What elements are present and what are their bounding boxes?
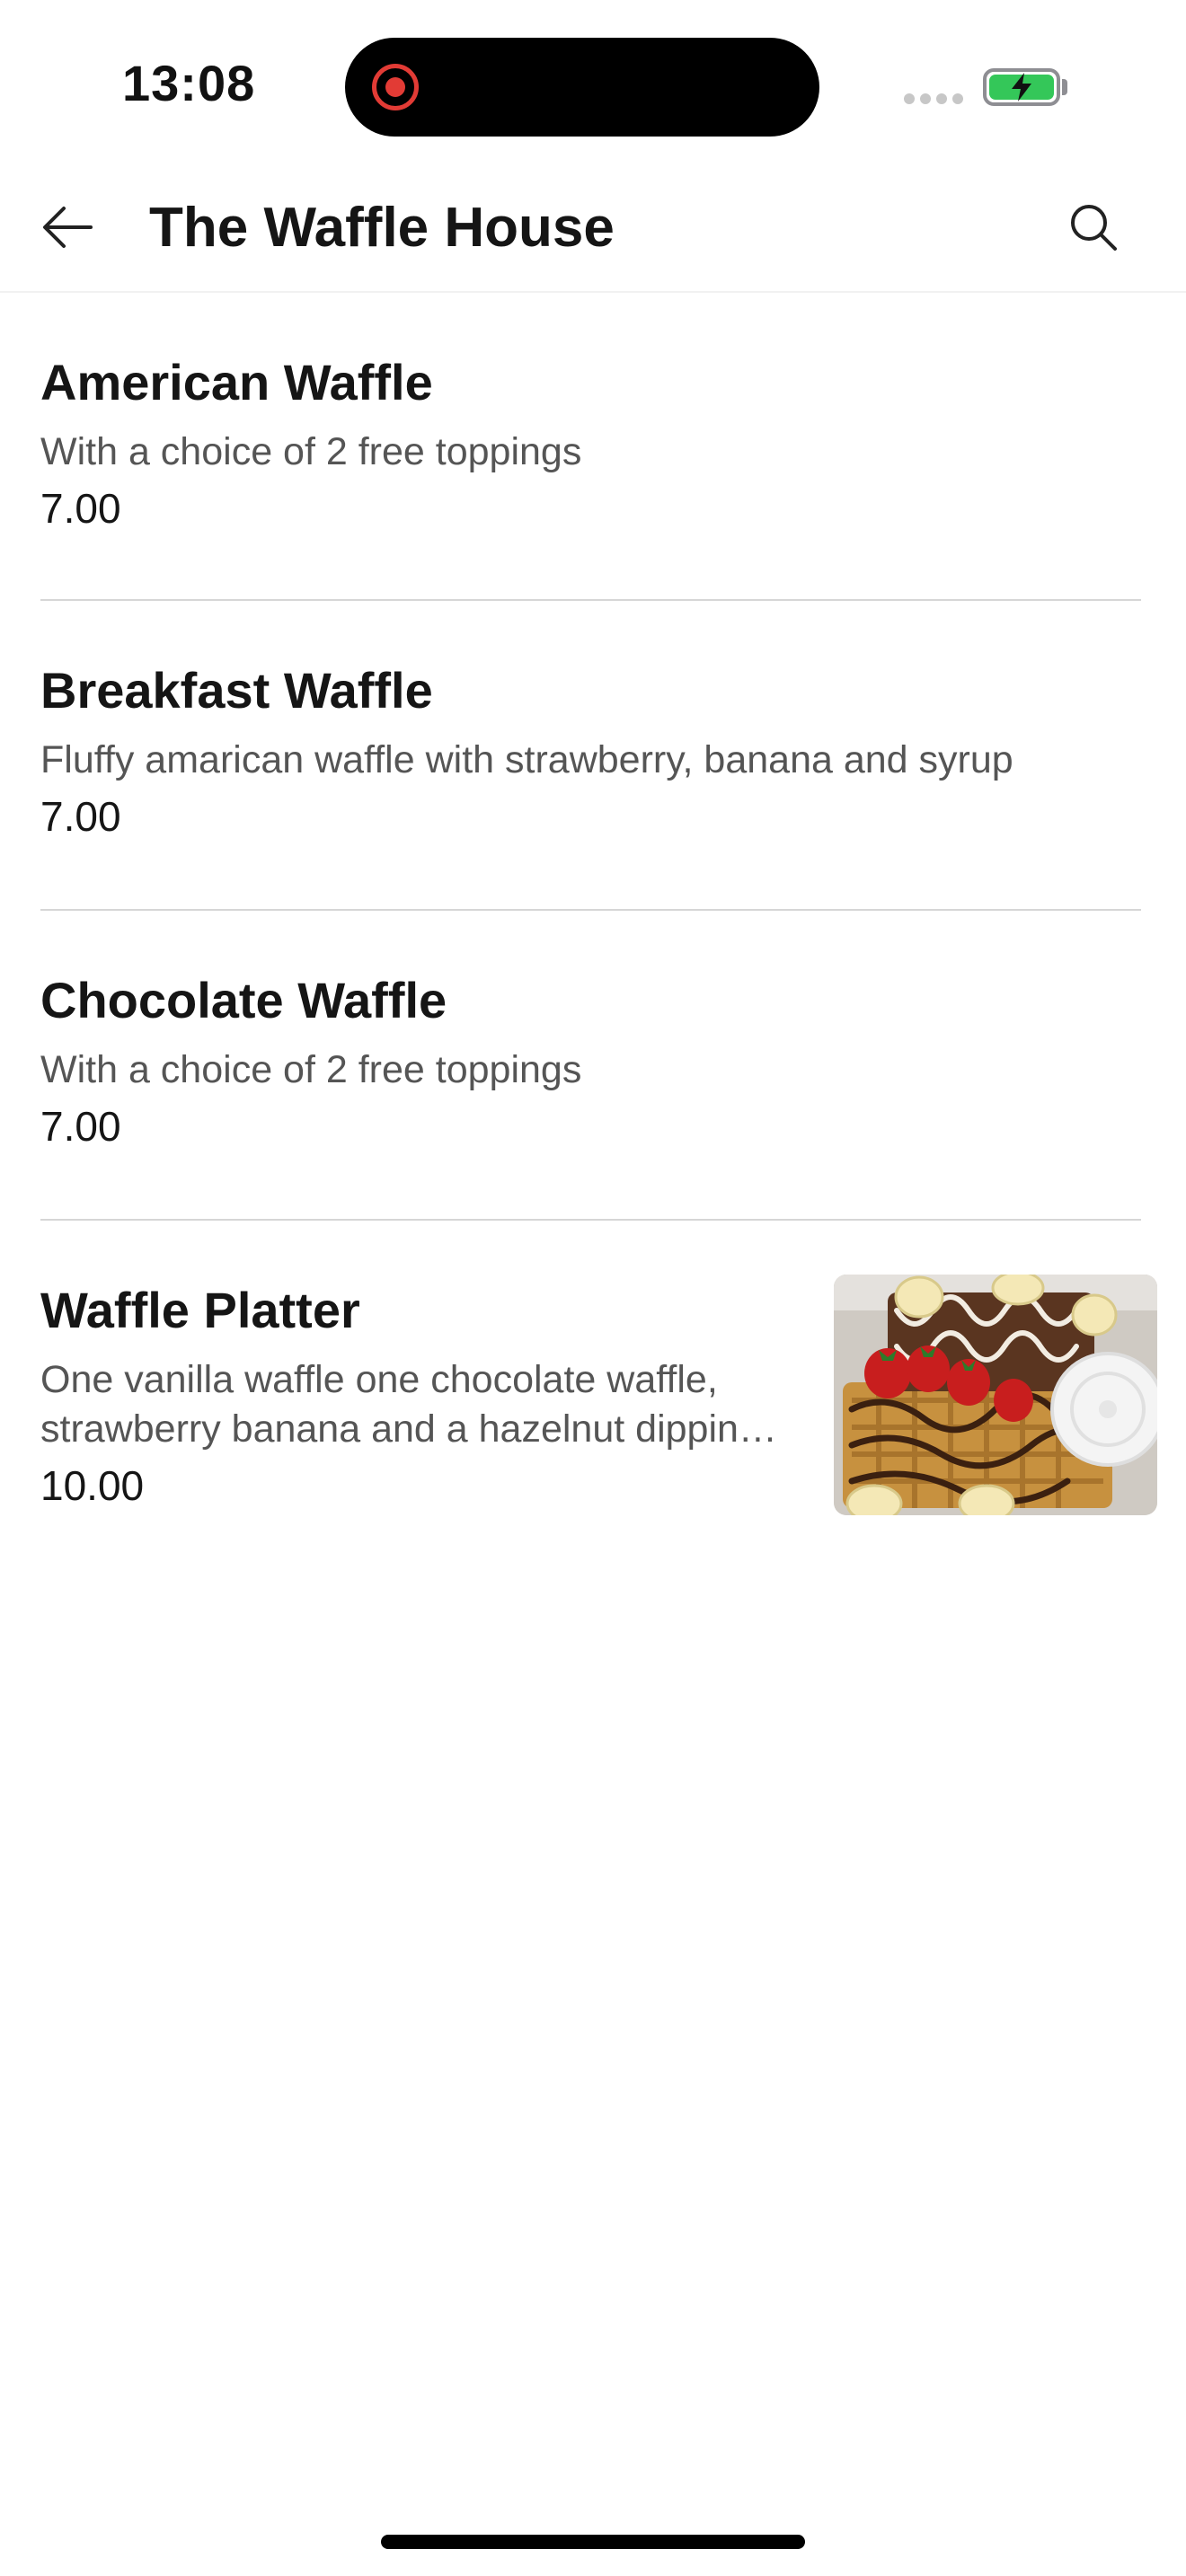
item-description: Fluffy amarican waffle with strawberry, …: [40, 738, 1013, 781]
item-description: One vanilla waffle one chocolate waffle,…: [40, 1355, 813, 1454]
battery-charging-icon: [983, 68, 1060, 106]
menu-list: American Waffle With a choice of 2 free …: [0, 293, 1186, 1544]
menu-item-breakfast-waffle[interactable]: Breakfast Waffle Fluffy amarican waffle …: [40, 601, 1141, 911]
item-description-line-1: One vanilla waffle one chocolate waffle,: [40, 1358, 718, 1401]
search-icon: [1071, 205, 1117, 251]
screen-recording-icon: [372, 64, 419, 110]
app-header: The Waffle House: [0, 171, 1186, 293]
item-name: Chocolate Waffle: [40, 972, 447, 1028]
menu-screen: 13:08 The Waffle House American Waffle W…: [0, 0, 1186, 2576]
menu-item-chocolate-waffle[interactable]: Chocolate Waffle With a choice of 2 free…: [40, 911, 1141, 1221]
status-time: 13:08: [122, 55, 256, 111]
item-description-line-2: strawberry banana and a hazelnut dippin…: [40, 1407, 777, 1451]
menu-item-american-waffle[interactable]: American Waffle With a choice of 2 free …: [40, 293, 1141, 601]
dynamic-island: [345, 38, 819, 137]
item-price: 7.00: [40, 1103, 121, 1151]
item-description: With a choice of 2 free toppings: [40, 1048, 582, 1091]
item-description: With a choice of 2 free toppings: [40, 430, 582, 473]
battery-cap: [1062, 79, 1067, 95]
home-indicator[interactable]: [381, 2535, 805, 2549]
cellular-signal-icon: [904, 93, 963, 104]
item-name: Breakfast Waffle: [40, 662, 433, 719]
page-title: The Waffle House: [149, 197, 615, 259]
item-price: 7.00: [40, 485, 121, 533]
menu-item-waffle-platter[interactable]: Waffle Platter One vanilla waffle one ch…: [40, 1221, 1157, 1544]
waffle-platter-photo: [834, 1275, 1157, 1515]
arrow-left-icon: [43, 207, 93, 248]
item-price: 7.00: [40, 793, 121, 841]
search-button[interactable]: [1062, 196, 1125, 259]
back-button[interactable]: [36, 196, 99, 259]
item-name: American Waffle: [40, 354, 433, 410]
